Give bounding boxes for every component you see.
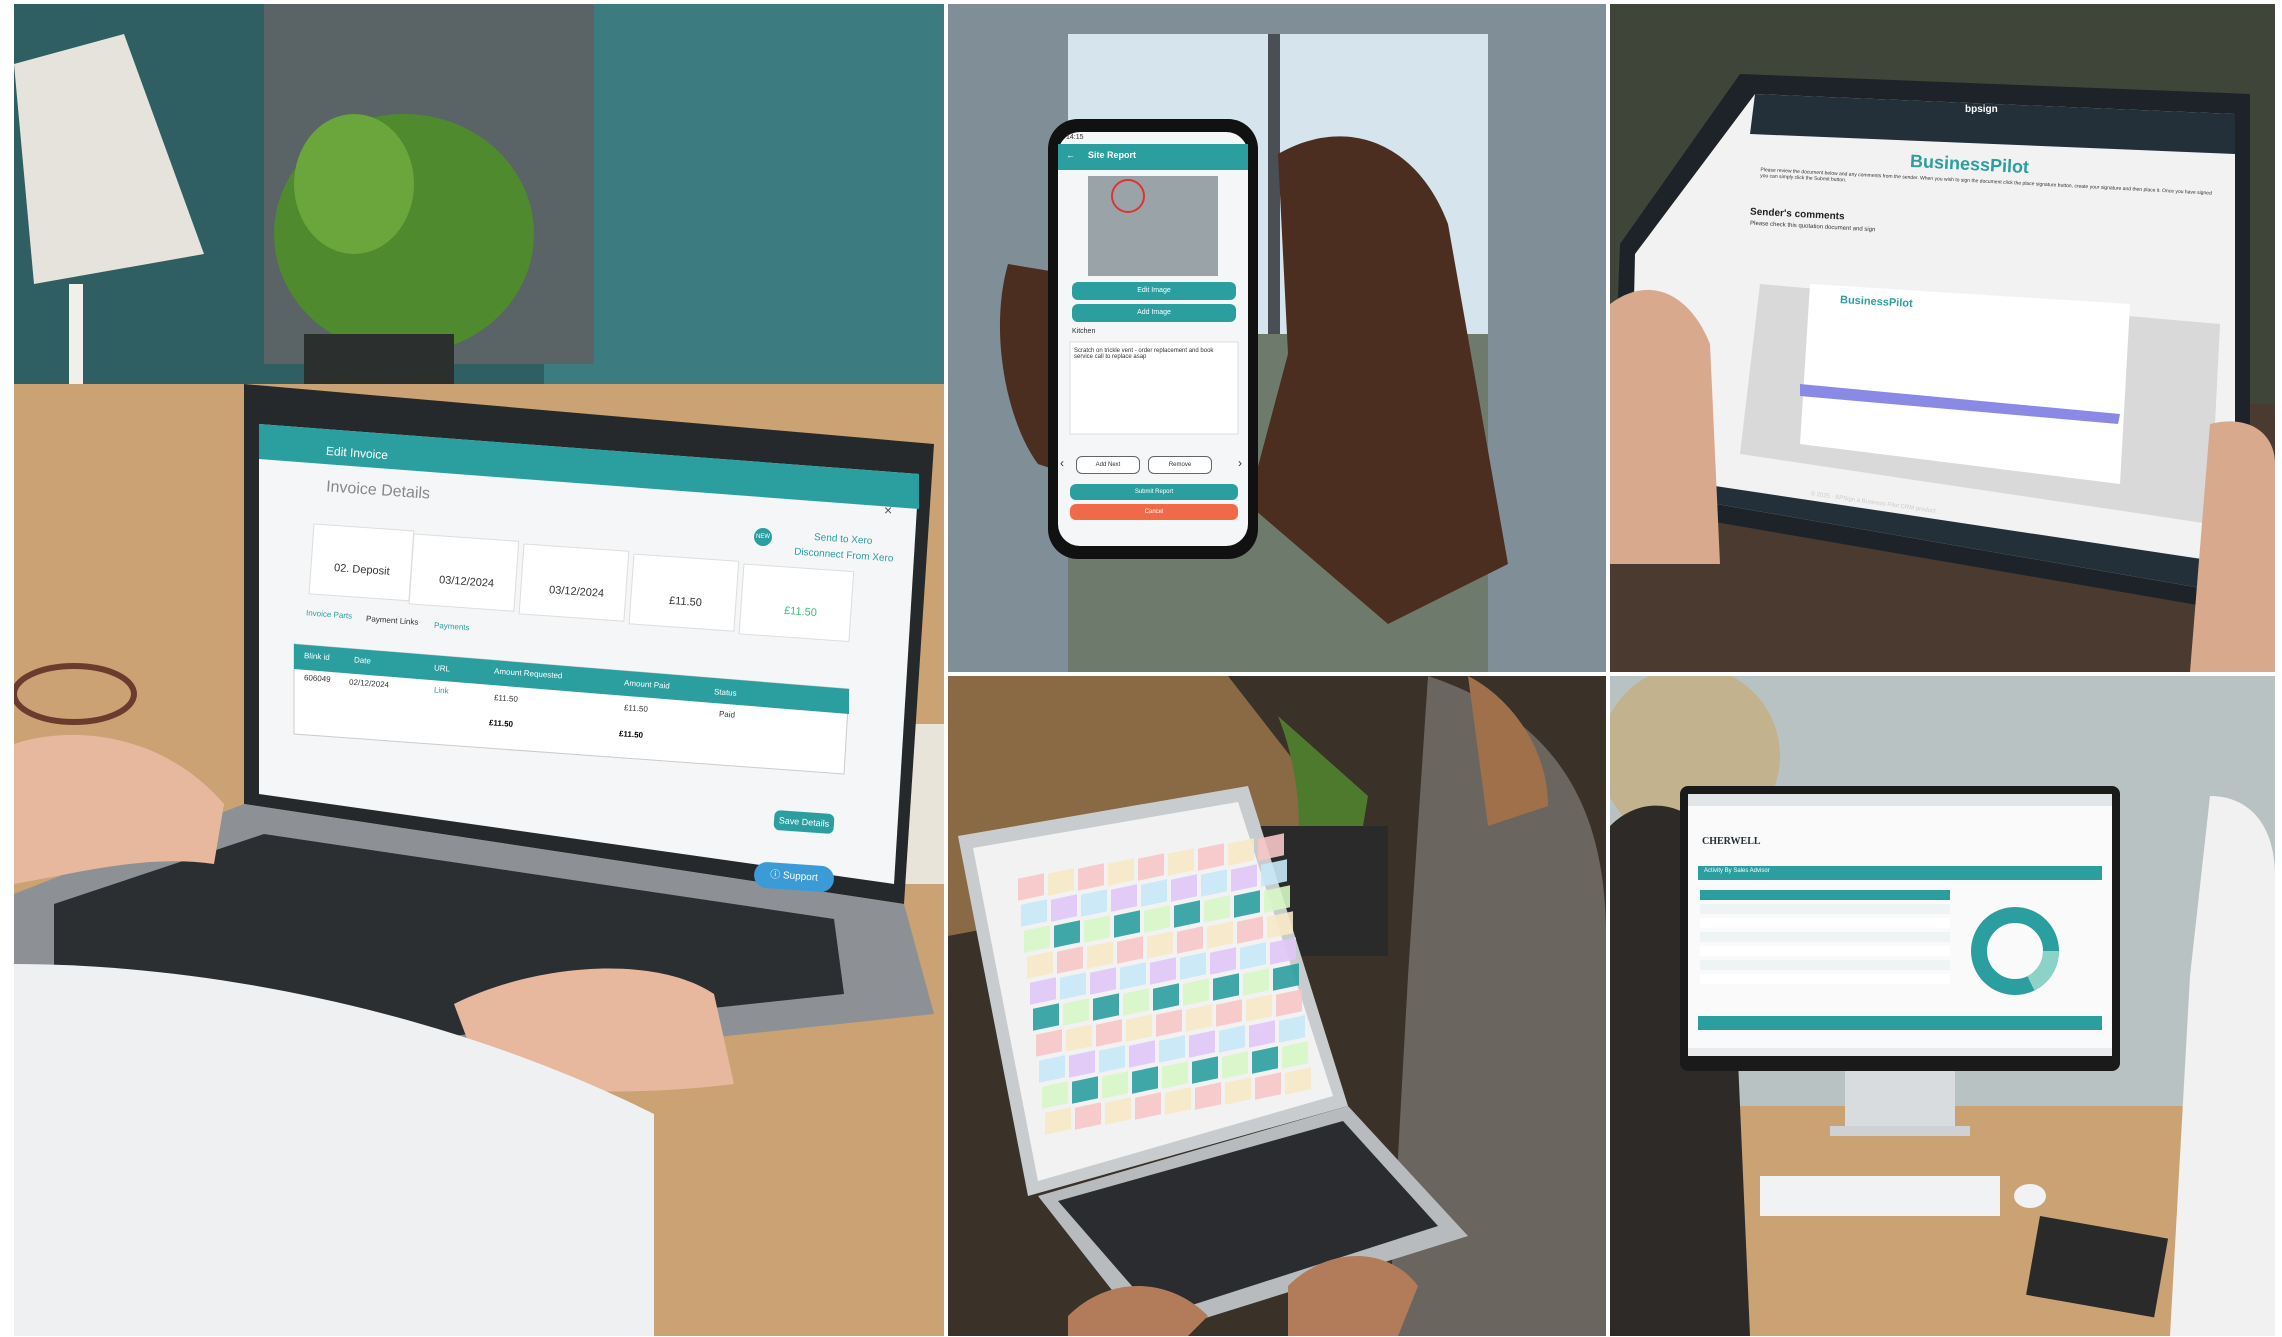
row-amount-paid: £11.50 — [623, 703, 649, 714]
col-status: Status — [713, 687, 737, 698]
tablet-photo-panel: bpsign BusinessPilot Please review the d… — [1610, 4, 2275, 672]
submit-report-button[interactable]: Submit Report — [1070, 484, 1238, 500]
add-image-button[interactable]: Add Image — [1072, 304, 1236, 322]
monitor-stand — [1845, 1071, 1955, 1131]
window-light — [544, 4, 944, 384]
row-url-link[interactable]: Link — [434, 685, 449, 695]
site-report-title: Site Report — [1088, 150, 1137, 160]
phone-scene — [948, 4, 1606, 672]
laptop-photo-panel: Edit Invoice Invoice Details × NEW Send … — [14, 4, 944, 1336]
card-paid-label: Paid — [788, 571, 810, 584]
support-button[interactable]: ⓘ Support — [753, 861, 835, 893]
card-gross-label: Gross — [673, 561, 702, 574]
col-url: URL — [433, 663, 451, 674]
status-time: 14:15 — [1066, 134, 1084, 141]
row-blink-id: 606049 — [303, 673, 331, 684]
table-row — [1700, 946, 1950, 956]
phone-photo-panel: 14:15 ← Site Report Edit Image Add Image… — [948, 4, 1606, 672]
site-photo — [1088, 176, 1218, 276]
left-hand — [1610, 289, 1720, 564]
remove-button[interactable]: Remove — [1148, 456, 1212, 474]
cherwell-logo: CHERWELL — [1702, 836, 1761, 847]
chevron-left-icon[interactable]: ‹ — [1060, 456, 1064, 470]
table-row — [1700, 890, 1950, 900]
row-amount-requested: £11.50 — [493, 693, 519, 704]
monitor-foot — [1830, 1126, 1970, 1136]
plant-leaf — [294, 114, 414, 254]
photo-collage: Edit Invoice Invoice Details × NEW Send … — [0, 0, 2282, 1337]
monitor-scene — [1610, 676, 2275, 1336]
monitor-photo-panel: CHERWELL Activity By Sales Advisor — [1610, 676, 2275, 1336]
laptop-scene — [14, 4, 944, 1336]
back-arrow-icon[interactable]: ← — [1066, 150, 1075, 160]
save-details-button[interactable]: Save Details — [773, 809, 835, 835]
window-frame — [1268, 34, 1280, 334]
note-text[interactable]: Scratch on trickle vent - order replacem… — [1074, 348, 1234, 360]
location-label: Kitchen — [1072, 328, 1096, 335]
taskbar — [1688, 1048, 2112, 1056]
card-paid-value: £11.50 — [783, 604, 818, 620]
help-icon: ⓘ — [769, 869, 784, 882]
chevron-right-icon[interactable]: › — [1238, 456, 1242, 470]
cancel-button[interactable]: Cancel — [1070, 504, 1238, 520]
col-blink-id: Blink id — [303, 651, 331, 662]
edit-image-button[interactable]: Edit Image — [1072, 282, 1236, 300]
bpsign-logo: bpsign — [1965, 104, 1998, 115]
laptop-schedule-photo-panel — [948, 676, 1606, 1336]
mouse — [2014, 1184, 2046, 1208]
keyboard — [1760, 1176, 2000, 1216]
donut-chart — [1971, 907, 2059, 995]
support-button-label: Support — [782, 870, 819, 884]
row-status: Paid — [718, 709, 736, 720]
activity-heading: Activity By Sales Advisor — [1704, 868, 1770, 874]
table-row — [1700, 960, 1950, 970]
table-row — [1700, 932, 1950, 942]
table-row — [1700, 974, 1950, 984]
total-amount-requested: £11.50 — [488, 718, 514, 729]
table-row — [1700, 904, 1950, 914]
table-row — [1700, 918, 1950, 928]
tablet-scene — [1610, 4, 2275, 672]
card-gross-value: £11.50 — [668, 594, 703, 610]
new-badge: NEW — [754, 528, 772, 546]
section-footer-bar — [1698, 1016, 2102, 1030]
phone-header-bar — [1058, 144, 1248, 170]
close-icon[interactable]: × — [884, 502, 892, 518]
card-type-label: Type — [353, 531, 377, 544]
browser-bar — [1688, 794, 2112, 806]
add-next-button[interactable]: Add Next — [1076, 456, 1140, 474]
col-date: Date — [353, 655, 372, 666]
total-amount-paid: £11.50 — [618, 729, 644, 740]
